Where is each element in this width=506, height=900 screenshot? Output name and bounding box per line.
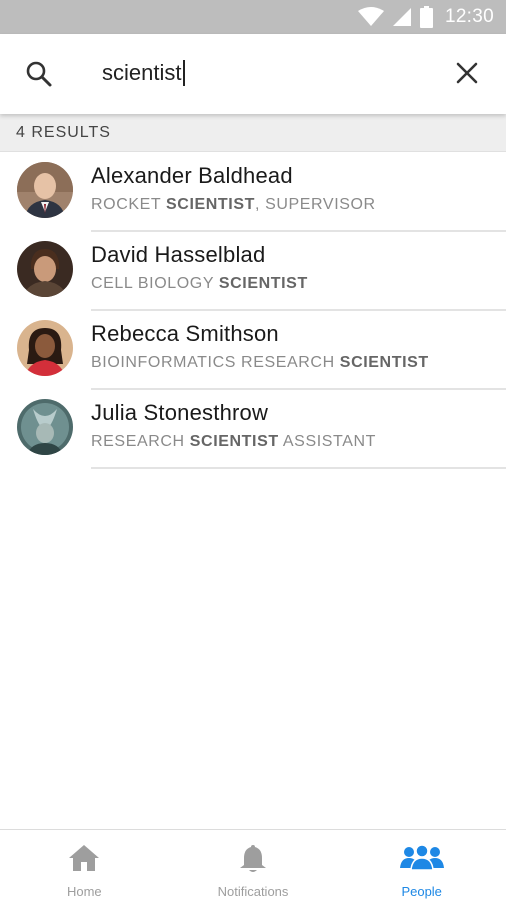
bottom-nav: Home Notifications People <box>0 829 506 900</box>
divider <box>91 467 506 469</box>
search-icon[interactable] <box>25 60 53 88</box>
result-title: ROCKET SCIENTIST, SUPERVISOR <box>91 196 376 213</box>
search-input[interactable]: scientist <box>102 58 185 88</box>
home-icon <box>69 845 100 871</box>
result-title: BIOINFORMATICS RESEARCH SCIENTIST <box>91 354 429 371</box>
nav-label-home: Home <box>66 884 102 899</box>
results-list: Alexander Baldhead ROCKET SCIENTIST, SUP… <box>0 153 506 469</box>
result-name: Julia Stonesthrow <box>91 400 269 425</box>
status-time: 12:30 <box>444 6 494 27</box>
search-bar: scientist <box>0 34 506 114</box>
status-bar: 12:30 <box>0 0 506 34</box>
result-name: Rebecca Smithson <box>91 321 279 346</box>
nav-item-home[interactable]: Home <box>0 830 169 900</box>
wifi-icon <box>357 7 384 27</box>
avatar <box>17 399 73 455</box>
battery-icon <box>419 6 433 28</box>
avatar <box>17 320 73 376</box>
clear-search-button[interactable] <box>452 58 482 88</box>
people-icon <box>399 844 444 871</box>
close-icon <box>456 62 478 84</box>
list-item[interactable]: Alexander Baldhead ROCKET SCIENTIST, SUP… <box>0 153 506 232</box>
nav-item-notifications[interactable]: Notifications <box>169 830 338 900</box>
avatar <box>17 241 73 297</box>
result-name: Alexander Baldhead <box>91 163 293 188</box>
nav-label-notifications: Notifications <box>217 884 289 899</box>
nav-item-people[interactable]: People <box>337 830 506 900</box>
result-title: RESEARCH SCIENTIST ASSISTANT <box>91 433 377 450</box>
list-item[interactable]: Rebecca Smithson BIOINFORMATICS RESEARCH… <box>0 311 506 390</box>
avatar <box>17 162 73 218</box>
list-item[interactable]: David Hasselblad CELL BIOLOGY SCIENTIST <box>0 232 506 311</box>
nav-label-people: People <box>401 884 442 899</box>
result-name: David Hasselblad <box>91 242 266 267</box>
results-header: 4 RESULTS <box>0 114 506 152</box>
signal-icon <box>392 7 412 27</box>
list-item[interactable]: Julia Stonesthrow RESEARCH SCIENTIST ASS… <box>0 390 506 469</box>
app-screen: 12:30 scientist 4 RESULTS Alexander Bald… <box>0 0 506 900</box>
text-caret <box>183 60 185 86</box>
bell-icon <box>240 845 266 872</box>
search-query-text: scientist <box>102 60 182 85</box>
results-count: 4 RESULTS <box>16 123 111 141</box>
result-title: CELL BIOLOGY SCIENTIST <box>91 275 308 292</box>
